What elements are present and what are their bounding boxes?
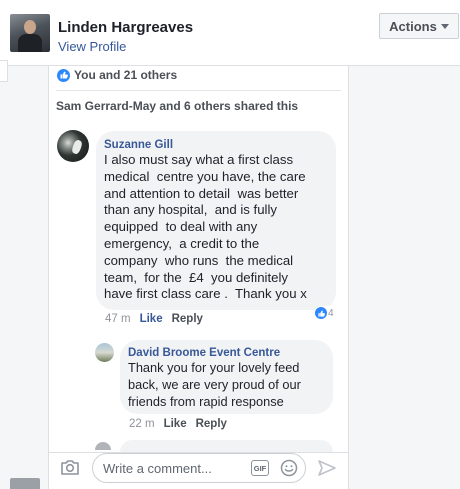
gutter-avatar [10, 478, 40, 489]
left-gutter-panel [0, 60, 8, 82]
reply-actions: 22 m Like Reply [129, 418, 227, 430]
profile-avatar[interactable] [10, 14, 50, 52]
commenter-avatar[interactable] [57, 130, 89, 162]
send-icon[interactable] [317, 459, 337, 477]
comment-bubble: Suzanne Gill I also must say what a firs… [96, 131, 336, 310]
divider [56, 90, 341, 91]
reply-button[interactable]: Reply [196, 418, 227, 430]
chevron-down-icon [440, 24, 449, 29]
shares-summary[interactable]: Sam Gerrard-May and 6 others shared this [56, 99, 298, 113]
comment-time[interactable]: 47 m [105, 313, 131, 325]
comment-placeholder: Write a comment... [103, 461, 212, 476]
camera-icon[interactable] [60, 458, 80, 476]
comment-text: I also must say what a first class medic… [104, 152, 307, 302]
like-icon [315, 307, 327, 319]
comment-input[interactable]: Write a comment... GIF [92, 453, 306, 483]
like-button[interactable]: Like [164, 418, 187, 430]
avatar-head [24, 20, 36, 34]
next-comment-bubble [120, 440, 333, 452]
replier-avatar[interactable] [95, 343, 114, 362]
reply-bubble: David Broome Event Centre Thank you for … [120, 340, 333, 414]
like-button[interactable]: Like [140, 313, 163, 325]
comment-author[interactable]: Suzanne Gill [104, 139, 173, 151]
avatar-body [18, 34, 42, 52]
profile-name[interactable]: Linden Hargreaves [58, 19, 193, 36]
reply-button[interactable]: Reply [172, 313, 203, 325]
view-profile-link[interactable]: View Profile [58, 39, 126, 54]
reply-author[interactable]: David Broome Event Centre [128, 347, 280, 359]
actions-button[interactable]: Actions [379, 13, 459, 39]
reaction-count-value: 4 [328, 307, 334, 319]
reactions-summary[interactable]: You and 21 others [57, 68, 177, 82]
reply-time[interactable]: 22 m [129, 418, 155, 430]
actions-label: Actions [389, 18, 437, 34]
smiley-icon[interactable] [280, 459, 298, 477]
comment-reaction-count[interactable]: 4 [314, 306, 336, 320]
like-icon [57, 68, 70, 82]
comment-actions: 47 m Like Reply [105, 313, 203, 325]
reply-text: Thank you for your lovely feed back, we … [128, 360, 301, 409]
reactions-text: You and 21 others [74, 68, 178, 82]
gif-icon[interactable]: GIF [251, 460, 269, 476]
